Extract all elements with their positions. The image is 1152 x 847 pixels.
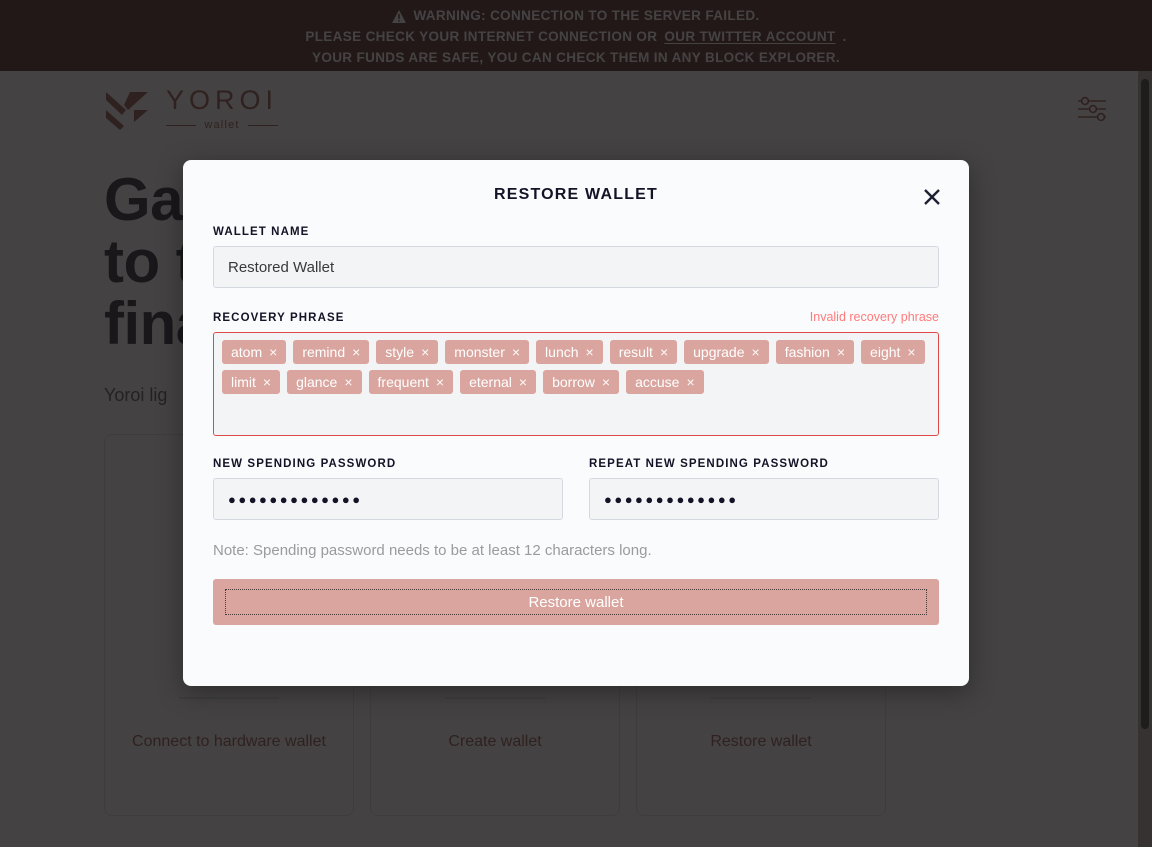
recovery-word-label: limit [231, 374, 256, 390]
recovery-word-label: monster [454, 344, 505, 360]
dialog-title: RESTORE WALLET [493, 186, 659, 203]
page-scrollbar-thumb[interactable] [1141, 79, 1149, 729]
recovery-word-label: accuse [635, 374, 680, 390]
recovery-phrase-header: RECOVERY PHRASE Invalid recovery phrase [213, 310, 939, 324]
recovery-word-label: borrow [552, 374, 595, 390]
recovery-phrase-error-text: Invalid recovery phrase [809, 310, 939, 324]
recovery-word-label: remind [302, 344, 346, 360]
repeat-password-field-group: REPEAT NEW SPENDING PASSWORD ●●●●●●●●●●●… [589, 458, 939, 520]
new-password-label: NEW SPENDING PASSWORD [213, 458, 397, 470]
remove-word-icon[interactable]: × [586, 345, 594, 359]
recovery-word-chip[interactable]: fashion × [775, 340, 855, 364]
close-x-icon[interactable] [919, 184, 945, 210]
recovery-word-label: frequent [377, 374, 429, 390]
remove-word-icon[interactable]: × [837, 345, 845, 359]
recovery-word-chip[interactable]: lunch × [536, 340, 603, 364]
recovery-word-chip[interactable]: frequent × [368, 370, 454, 394]
recovery-word-chip[interactable]: eight × [861, 340, 925, 364]
recovery-word-chip[interactable]: limit × [222, 370, 281, 394]
new-password-input[interactable]: ●●●●●●●●●●●●● [213, 478, 563, 520]
recovery-word-chip[interactable]: upgrade × [684, 340, 769, 364]
submit-button-wrap: Restore wallet [213, 579, 939, 625]
recovery-word-label: eight [870, 344, 901, 360]
recovery-word-label: fashion [784, 344, 830, 360]
remove-word-icon[interactable]: × [907, 345, 915, 359]
restore-wallet-submit-label: Restore wallet [225, 589, 927, 615]
remove-word-icon[interactable]: × [344, 375, 352, 389]
remove-word-icon[interactable]: × [602, 375, 610, 389]
remove-word-icon[interactable]: × [686, 375, 694, 389]
recovery-word-chip[interactable]: glance × [287, 370, 362, 394]
remove-word-icon[interactable]: × [512, 345, 520, 359]
remove-word-icon[interactable]: × [752, 345, 760, 359]
recovery-word-chip[interactable]: result × [609, 340, 678, 364]
remove-word-icon[interactable]: × [421, 345, 429, 359]
repeat-password-label: REPEAT NEW SPENDING PASSWORD [589, 458, 829, 470]
recovery-word-chip[interactable]: eternal × [460, 370, 537, 394]
password-requirement-note: Note: Spending password needs to be at l… [213, 542, 652, 559]
recovery-word-chip[interactable]: borrow × [543, 370, 620, 394]
recovery-word-chip[interactable]: remind × [293, 340, 370, 364]
recovery-word-label: lunch [545, 344, 579, 360]
remove-word-icon[interactable]: × [436, 375, 444, 389]
page-scrollbar[interactable] [1138, 71, 1152, 847]
recovery-phrase-field-group: RECOVERY PHRASE Invalid recovery phrase … [213, 310, 939, 436]
password-fields-row: NEW SPENDING PASSWORD ●●●●●●●●●●●●● REPE… [213, 458, 939, 520]
recovery-word-chip[interactable]: atom × [222, 340, 287, 364]
recovery-word-label: style [385, 344, 415, 360]
recovery-word-label: atom [231, 344, 263, 360]
restore-wallet-submit-button[interactable]: Restore wallet [213, 579, 939, 625]
remove-word-icon[interactable]: × [269, 345, 277, 359]
remove-word-icon[interactable]: × [263, 375, 271, 389]
recovery-phrase-input[interactable]: atom × remind × style × monster × lunch × result × u… [213, 332, 939, 436]
recovery-word-label: eternal [469, 374, 512, 390]
new-password-field-group: NEW SPENDING PASSWORD ●●●●●●●●●●●●● [213, 458, 563, 520]
recovery-word-label: glance [296, 374, 338, 390]
remove-word-icon[interactable]: × [519, 375, 527, 389]
recovery-word-label: result [618, 344, 653, 360]
wallet-name-label: WALLET NAME [213, 226, 310, 238]
repeat-password-input[interactable]: ●●●●●●●●●●●●● [589, 478, 939, 520]
remove-word-icon[interactable]: × [660, 345, 668, 359]
wallet-name-input[interactable] [213, 246, 939, 288]
recovery-word-label: upgrade [693, 344, 745, 360]
recovery-phrase-label: RECOVERY PHRASE [213, 312, 345, 324]
restore-wallet-dialog: RESTORE WALLET WALLET NAME RECOVERY PHRA… [183, 160, 969, 686]
recovery-word-chip[interactable]: monster × [445, 340, 530, 364]
recovery-word-chip[interactable]: style × [376, 340, 439, 364]
recovery-word-chip[interactable]: accuse × [626, 370, 704, 394]
remove-word-icon[interactable]: × [352, 345, 360, 359]
wallet-name-field-group: WALLET NAME [213, 226, 939, 288]
